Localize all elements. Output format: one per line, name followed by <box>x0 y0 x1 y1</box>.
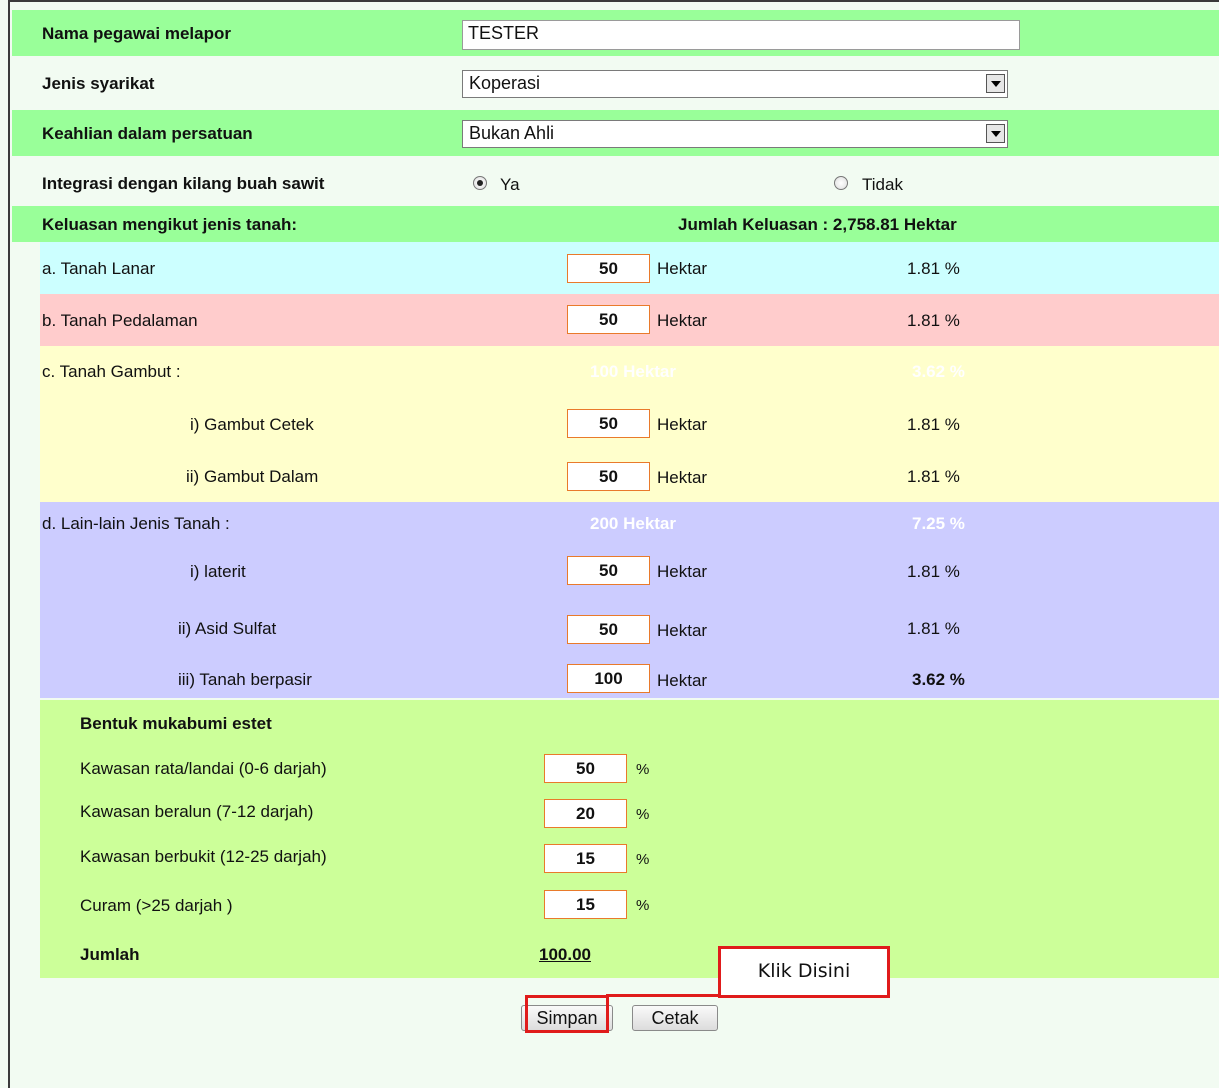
laterit-input[interactable]: 50 <box>567 556 650 585</box>
keahlian-select[interactable]: Bukan Ahli <box>462 120 1008 148</box>
keahlian-label: Keahlian dalam persatuan <box>42 124 253 143</box>
gambut-dalam-input[interactable]: 50 <box>567 462 650 491</box>
pedalaman-unit: Hektar <box>657 311 708 330</box>
radio-ya[interactable] <box>473 176 487 190</box>
jumlah-label: Jumlah <box>80 945 140 964</box>
section-mukabumi: Bentuk mukabumi estet Kawasan rata/landa… <box>40 700 1219 978</box>
jumlah-value: 100.00 <box>539 945 591 964</box>
callout-connector <box>606 994 722 997</box>
gambut-total: 100 Hektar <box>590 362 677 381</box>
berbukit-label: Kawasan berbukit (12-25 darjah) <box>80 847 327 866</box>
beralun-unit: % <box>636 806 650 823</box>
row-tanah-lanar: a. Tanah Lanar 50 Hektar 1.81 % <box>40 242 1219 294</box>
beralun-input[interactable]: 20 <box>544 799 627 828</box>
row-integrasi: Integrasi dengan kilang buah sawit Ya Ti… <box>12 158 1219 204</box>
row-keluasan-header: Keluasan mengikut jenis tanah: Jumlah Ke… <box>12 206 1219 242</box>
radio-tidak[interactable] <box>834 176 848 190</box>
berbukit-unit: % <box>636 851 650 868</box>
keluasan-heading: Keluasan mengikut jenis tanah: <box>42 215 298 234</box>
rata-input[interactable]: 50 <box>544 754 627 783</box>
row-jenis: Jenis syarikat Koperasi <box>12 58 1219 108</box>
nama-input[interactable]: TESTER <box>462 20 1020 50</box>
window-border-top <box>8 0 1219 2</box>
pasir-label: iii) Tanah berpasir <box>178 670 312 689</box>
chevron-down-icon[interactable] <box>986 74 1005 93</box>
gambut-cetek-pct: 1.81 % <box>907 415 960 434</box>
pedalaman-input[interactable]: 50 <box>567 305 650 334</box>
curam-label: Curam (>25 darjah ) <box>80 896 233 915</box>
berbukit-input[interactable]: 15 <box>544 844 627 873</box>
lanar-label: a. Tanah Lanar <box>42 259 156 278</box>
chevron-down-icon[interactable] <box>986 124 1005 143</box>
pedalaman-pct: 1.81 % <box>907 311 960 330</box>
row-keahlian: Keahlian dalam persatuan Bukan Ahli <box>12 110 1219 156</box>
laterit-unit: Hektar <box>657 562 708 581</box>
nama-label: Nama pegawai melapor <box>42 24 231 43</box>
laterit-pct: 1.81 % <box>907 562 960 581</box>
gambut-dalam-label: ii) Gambut Dalam <box>186 467 319 486</box>
jenis-select[interactable]: Koperasi <box>462 70 1008 98</box>
lanar-pct: 1.81 % <box>907 259 960 278</box>
laterit-label: i) laterit <box>190 562 246 581</box>
pasir-input[interactable]: 100 <box>567 664 650 693</box>
highlight-box <box>525 995 609 1033</box>
window-border-left <box>8 0 10 1088</box>
jenis-label: Jenis syarikat <box>42 74 155 93</box>
asid-pct: 1.81 % <box>907 619 960 638</box>
gambut-cetek-input[interactable]: 50 <box>567 409 650 438</box>
rata-label: Kawasan rata/landai (0-6 darjah) <box>80 759 327 778</box>
asid-label: ii) Asid Sulfat <box>178 619 277 638</box>
gambut-pct: 3.62 % <box>912 362 965 381</box>
gambut-cetek-label: i) Gambut Cetek <box>190 415 314 434</box>
row-nama: Nama pegawai melapor TESTER <box>12 10 1219 56</box>
beralun-label: Kawasan beralun (7-12 darjah) <box>80 802 314 821</box>
lain-label: d. Lain-lain Jenis Tanah : <box>42 514 230 533</box>
jenis-select-value: Koperasi <box>469 73 541 93</box>
gambut-dalam-pct: 1.81 % <box>907 467 960 486</box>
curam-input[interactable]: 15 <box>544 890 627 919</box>
section-tanah-gambut: c. Tanah Gambut : 100 Hektar 3.62 % i) G… <box>40 346 1219 502</box>
row-tanah-pedalaman: b. Tanah Pedalaman 50 Hektar 1.81 % <box>40 294 1219 346</box>
rata-unit: % <box>636 761 650 778</box>
radio-ya-label: Ya <box>500 175 520 194</box>
lain-total: 200 Hektar <box>590 514 677 533</box>
pasir-unit: Hektar <box>657 671 708 690</box>
lain-pct: 7.25 % <box>912 514 965 533</box>
gambut-label: c. Tanah Gambut : <box>42 362 181 381</box>
keahlian-select-value: Bukan Ahli <box>469 123 555 143</box>
curam-unit: % <box>636 897 650 914</box>
radio-tidak-label: Tidak <box>862 175 903 194</box>
integrasi-label: Integrasi dengan kilang buah sawit <box>42 174 325 193</box>
pedalaman-label: b. Tanah Pedalaman <box>42 311 198 330</box>
asid-input[interactable]: 50 <box>567 615 650 644</box>
mukabumi-heading: Bentuk mukabumi estet <box>80 714 272 733</box>
callout-box: Klik Disini <box>718 946 890 998</box>
gambut-cetek-unit: Hektar <box>657 415 708 434</box>
lanar-input[interactable]: 50 <box>567 254 650 283</box>
section-lain-lain: d. Lain-lain Jenis Tanah : 200 Hektar 7.… <box>40 502 1219 698</box>
pasir-pct: 3.62 % <box>912 670 965 689</box>
cetak-button[interactable]: Cetak <box>632 1005 718 1031</box>
gambut-dalam-unit: Hektar <box>657 468 708 487</box>
asid-unit: Hektar <box>657 621 708 640</box>
jumlah-keluasan: Jumlah Keluasan : 2,758.81 Hektar <box>678 215 957 234</box>
lanar-unit: Hektar <box>657 259 708 278</box>
